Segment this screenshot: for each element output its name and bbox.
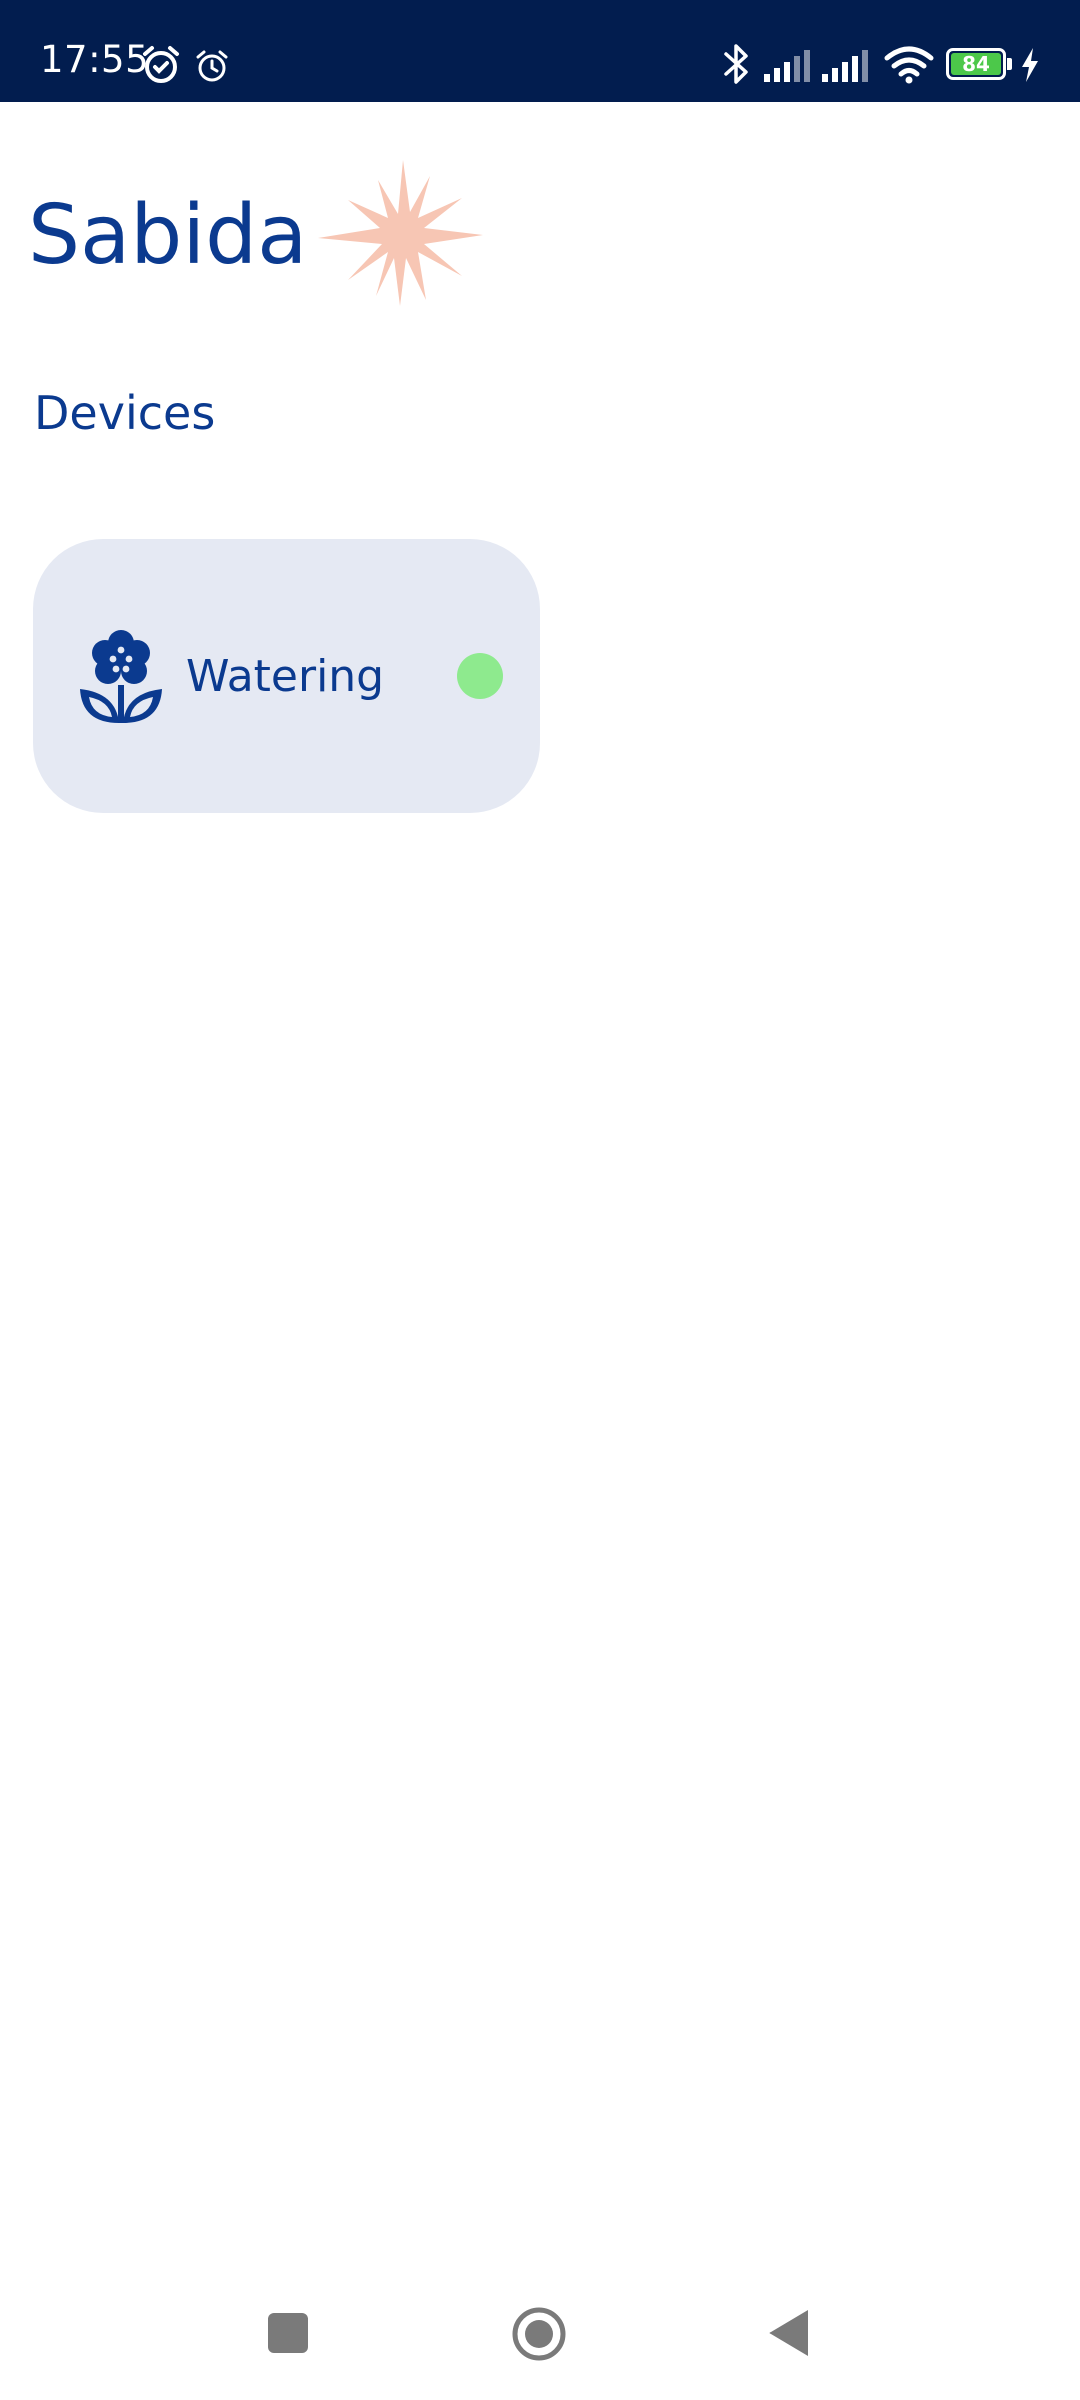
app-title: Sabida <box>28 188 308 283</box>
flower-icon <box>80 630 162 723</box>
devices-section-title: Devices <box>34 386 216 440</box>
device-label: Watering <box>186 651 385 702</box>
charging-icon <box>1022 48 1038 82</box>
status-time: 17:55 <box>40 38 150 81</box>
back-button[interactable] <box>768 2308 810 2358</box>
device-status-indicator <box>457 653 503 699</box>
alarm-outline-icon <box>196 50 228 82</box>
alarm-icon <box>143 46 179 83</box>
device-card-watering[interactable]: Watering <box>33 539 540 813</box>
battery-icon: 84 <box>946 48 1012 80</box>
home-button[interactable] <box>511 2306 567 2362</box>
status-bar: 17:55 84 <box>0 0 1080 102</box>
signal-icon <box>764 50 810 82</box>
wifi-icon <box>884 46 934 84</box>
battery-level: 84 <box>962 52 990 76</box>
recents-button[interactable] <box>268 2313 308 2353</box>
signal-icon <box>822 50 868 82</box>
bluetooth-icon <box>724 44 748 84</box>
sparkle-icon <box>318 160 483 306</box>
navigation-bar <box>0 2250 1080 2400</box>
